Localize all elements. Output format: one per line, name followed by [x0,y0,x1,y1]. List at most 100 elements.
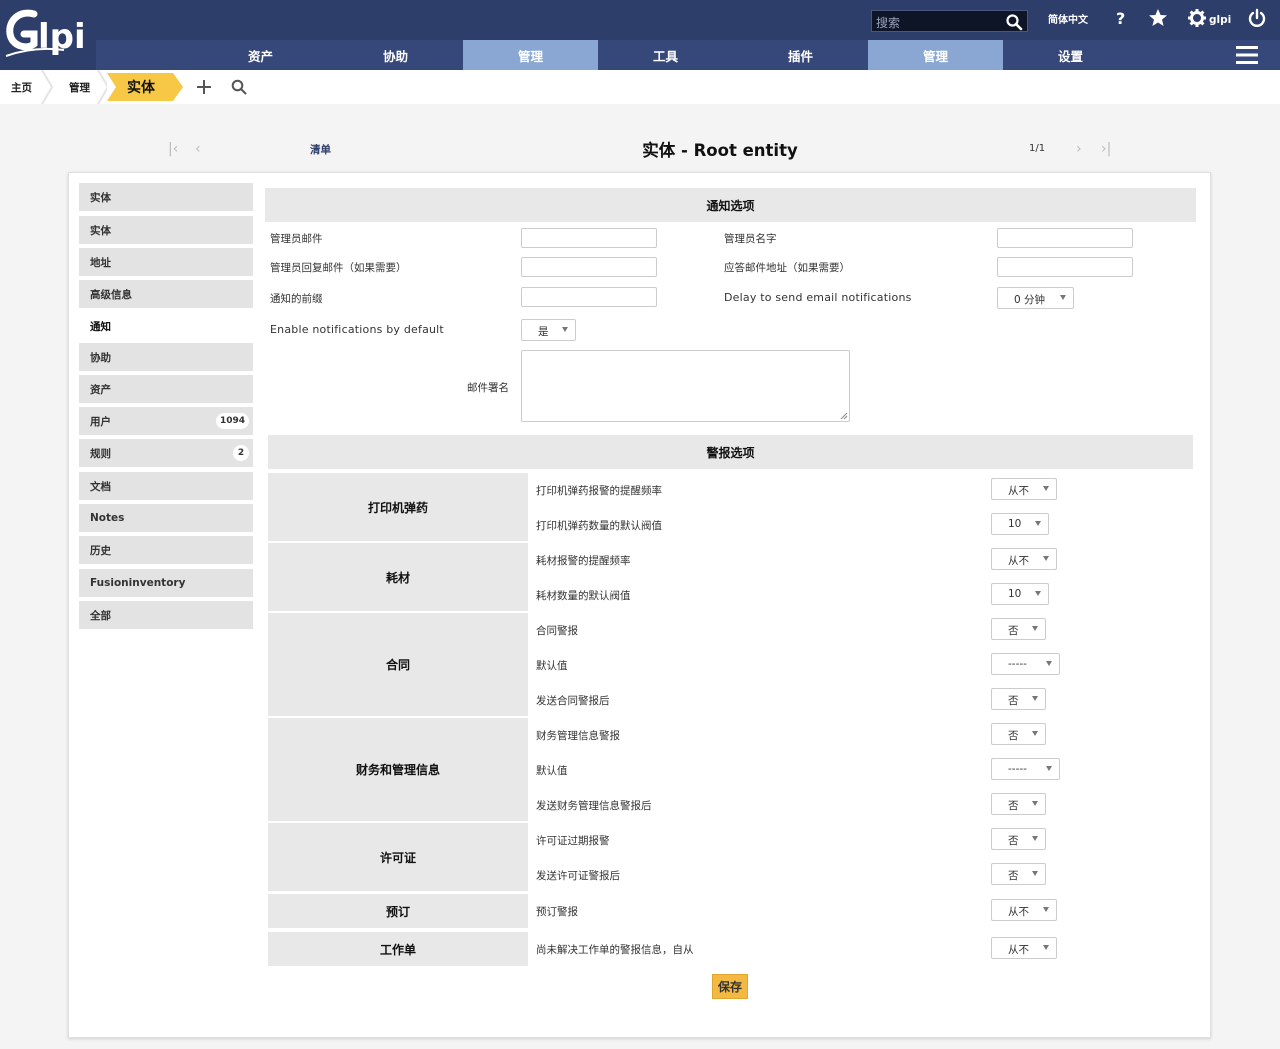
star-icon[interactable] [1148,8,1168,28]
financial-after-select[interactable]: 否 [991,793,1046,815]
menu-assets[interactable]: 资产 [193,40,328,70]
select-value: 否 [1008,835,1019,847]
tab-count-badge: 2 [233,445,249,461]
tab-assets[interactable]: 资产 [79,375,253,403]
tab-label: 地址 [90,256,111,269]
list-link[interactable]: 清单 [310,142,331,157]
add-icon[interactable] [196,79,212,95]
resize-grip-icon[interactable] [840,412,848,420]
help-icon[interactable]: ? [1111,8,1131,28]
alert-row-label: 发送合同警报后 [536,695,610,707]
admin-name-label: 管理员名字 [724,233,777,245]
select-value: ----- [1008,763,1027,775]
tab-entity-sub[interactable]: 实体 [79,216,253,244]
tab-all[interactable]: 全部 [79,601,253,629]
breadcrumb-separator-icon [41,70,54,104]
last-page-icon[interactable]: ›| [1101,141,1111,157]
tab-label: Fusioninventory [90,577,186,589]
user-name[interactable]: glpi [1209,14,1231,26]
chevron-down-icon [1035,591,1041,596]
tab-history[interactable]: 历史 [79,536,253,564]
enable-default-value: 是 [538,326,549,338]
consumable-threshold-select[interactable]: 10 [991,583,1049,605]
search-icon[interactable] [1005,13,1023,31]
prefix-input[interactable] [521,287,657,307]
tab-label: 通知 [90,320,111,333]
delay-select[interactable]: 0 分钟 [997,287,1074,309]
hamburger-menu-icon[interactable] [1236,45,1258,65]
reservation-alert-select[interactable]: 从不 [991,899,1057,921]
license-alert-select[interactable]: 否 [991,828,1046,850]
tab-label: 全部 [90,609,111,622]
gear-icon[interactable] [1187,8,1207,28]
license-after-select[interactable]: 否 [991,863,1046,885]
contract-alert-select[interactable]: 否 [991,618,1046,640]
search-list-icon[interactable] [231,79,247,95]
enable-default-select[interactable]: 是 [521,319,576,341]
next-page-icon[interactable]: › [1076,141,1082,157]
alert-row-label: 尚未解决工作单的警报信息，自从 [536,944,694,956]
tab-notifications[interactable]: 通知 [79,312,253,340]
tab-rules[interactable]: 规则 2 [79,439,253,467]
financial-default-select[interactable]: ----- [991,758,1060,780]
tab-fusioninventory[interactable]: Fusioninventory [79,569,253,597]
svg-text:?: ? [1116,9,1125,28]
search-placeholder: 搜索 [876,16,901,30]
save-button[interactable]: 保存 [712,974,748,999]
tab-label: 文档 [90,480,111,493]
tab-advanced-info[interactable]: 高级信息 [79,280,253,308]
menu-tools[interactable]: 工具 [598,40,733,70]
logout-icon[interactable] [1247,8,1267,28]
menu-administration[interactable]: 管理 [463,40,598,70]
menu-administration-2[interactable]: 管理 [868,40,1003,70]
enable-default-label: Enable notifications by default [270,323,444,336]
admin-email-input[interactable] [521,228,657,248]
tab-label: Notes [90,512,125,524]
breadcrumb-current[interactable]: 实体 [127,70,155,104]
alert-row-label: 发送财务管理信息警报后 [536,800,652,812]
prev-page-icon[interactable]: ‹ [195,141,201,157]
tab-entity[interactable]: 实体 [79,183,253,211]
cartridge-threshold-select[interactable]: 10 [991,513,1049,535]
select-value: 从不 [1008,485,1029,497]
menu-plugins[interactable]: 插件 [733,40,868,70]
select-value: 否 [1008,800,1019,812]
contract-default-select[interactable]: ----- [991,653,1060,675]
alert-group-contracts: 合同 [268,613,528,716]
tab-documents[interactable]: 文档 [79,472,253,500]
signature-textarea[interactable] [521,350,850,422]
admin-email-label: 管理员邮件 [270,233,323,245]
reply-address-input[interactable] [997,257,1133,277]
cartridge-frequency-select[interactable]: 从不 [991,478,1057,500]
breadcrumb-home[interactable]: 主页 [11,70,32,104]
breadcrumb-admin[interactable]: 管理 [69,70,90,104]
first-page-icon[interactable]: |‹ [168,141,178,157]
tab-assistance[interactable]: 协助 [79,343,253,371]
menu-assistance[interactable]: 协助 [328,40,463,70]
tab-label: 规则 [90,447,111,460]
alert-row-label: 打印机弹药数量的默认阀值 [536,520,662,532]
chevron-down-icon [1032,836,1038,841]
contract-after-select[interactable]: 否 [991,688,1046,710]
select-value: 10 [1008,518,1022,530]
tab-notes[interactable]: Notes [79,504,253,532]
breadcrumb-current-tip [173,73,183,101]
tab-label: 实体 [90,191,111,204]
chevron-down-icon [1043,945,1049,950]
admin-name-input[interactable] [997,228,1133,248]
alert-group-cartridges: 打印机弹药 [268,473,528,541]
tab-address[interactable]: 地址 [79,248,253,276]
glpi-logo[interactable]: lpi [4,6,96,62]
main-menu: 资产 协助 管理 工具 插件 管理 设置 [193,40,1138,70]
tab-users[interactable]: 用户 1094 [79,407,253,435]
ticket-alert-select[interactable]: 从不 [991,937,1057,959]
language-selector[interactable]: 简体中文 [1048,11,1088,26]
menu-setup[interactable]: 设置 [1003,40,1138,70]
admin-reply-input[interactable] [521,257,657,277]
alert-row-label: 预订警报 [536,906,578,918]
consumable-frequency-select[interactable]: 从不 [991,548,1057,570]
financial-alert-select[interactable]: 否 [991,723,1046,745]
chevron-down-icon [1043,486,1049,491]
search-input[interactable]: 搜索 [871,10,1028,32]
chevron-down-icon [1046,661,1052,666]
